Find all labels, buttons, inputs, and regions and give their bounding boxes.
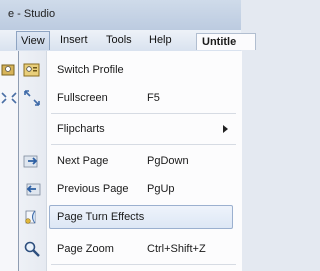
menu-tools[interactable]: Tools — [102, 33, 136, 48]
next-page-icon — [23, 155, 38, 168]
menu-item-fullscreen[interactable]: Fullscreen F5 — [19, 84, 242, 112]
menu-insert[interactable]: Insert — [56, 33, 92, 48]
menu-item-shortcut: PgUp — [147, 183, 175, 195]
menu-item-shortcut: Ctrl+Shift+Z — [147, 243, 206, 255]
document-tab[interactable]: Untitle — [196, 33, 256, 50]
submenu-arrow-icon — [223, 125, 228, 133]
menu-separator — [51, 113, 236, 114]
menu-item-label: Page Turn Effects — [57, 211, 145, 223]
menu-separator — [51, 264, 236, 265]
menu-item-switch-profile[interactable]: Switch Profile — [19, 56, 242, 84]
window-title: e - Studio — [8, 8, 56, 20]
zoom-icon — [24, 241, 40, 257]
profile-strip-icon[interactable] — [0, 61, 18, 79]
title-bar: e - Studio — [0, 0, 241, 30]
previous-page-icon — [26, 183, 41, 196]
fullscreen-icon — [24, 90, 40, 106]
menu-item-label: Previous Page — [57, 183, 129, 195]
fullscreen-strip-icon[interactable] — [0, 89, 18, 107]
side-toolbar — [0, 51, 18, 271]
menu-view[interactable]: View — [16, 31, 50, 50]
menu-item-flipcharts[interactable]: Flipcharts — [19, 115, 242, 143]
menu-help[interactable]: Help — [145, 33, 176, 48]
menu-item-label: Switch Profile — [57, 64, 124, 76]
menu-item-label: Fullscreen — [57, 92, 108, 104]
menu-item-label: Flipcharts — [57, 123, 105, 135]
view-menu-dropdown: Switch Profile Fullscreen F5 Flipcharts … — [18, 51, 242, 271]
switch-profile-icon — [23, 63, 40, 77]
menu-item-next-page[interactable]: Next Page PgDown — [19, 147, 242, 175]
menu-item-shortcut: F5 — [147, 92, 160, 104]
menu-item-label: Next Page — [57, 155, 109, 167]
page-turn-icon — [25, 210, 36, 224]
menu-item-shortcut: PgDown — [147, 155, 189, 167]
menu-separator — [51, 144, 236, 145]
menu-item-label: Page Zoom — [57, 243, 114, 255]
menu-item-page-turn-effects[interactable]: Page Turn Effects — [19, 203, 242, 231]
menu-item-previous-page[interactable]: Previous Page PgUp — [19, 175, 242, 203]
menu-item-page-zoom[interactable]: Page Zoom Ctrl+Shift+Z — [19, 235, 242, 263]
